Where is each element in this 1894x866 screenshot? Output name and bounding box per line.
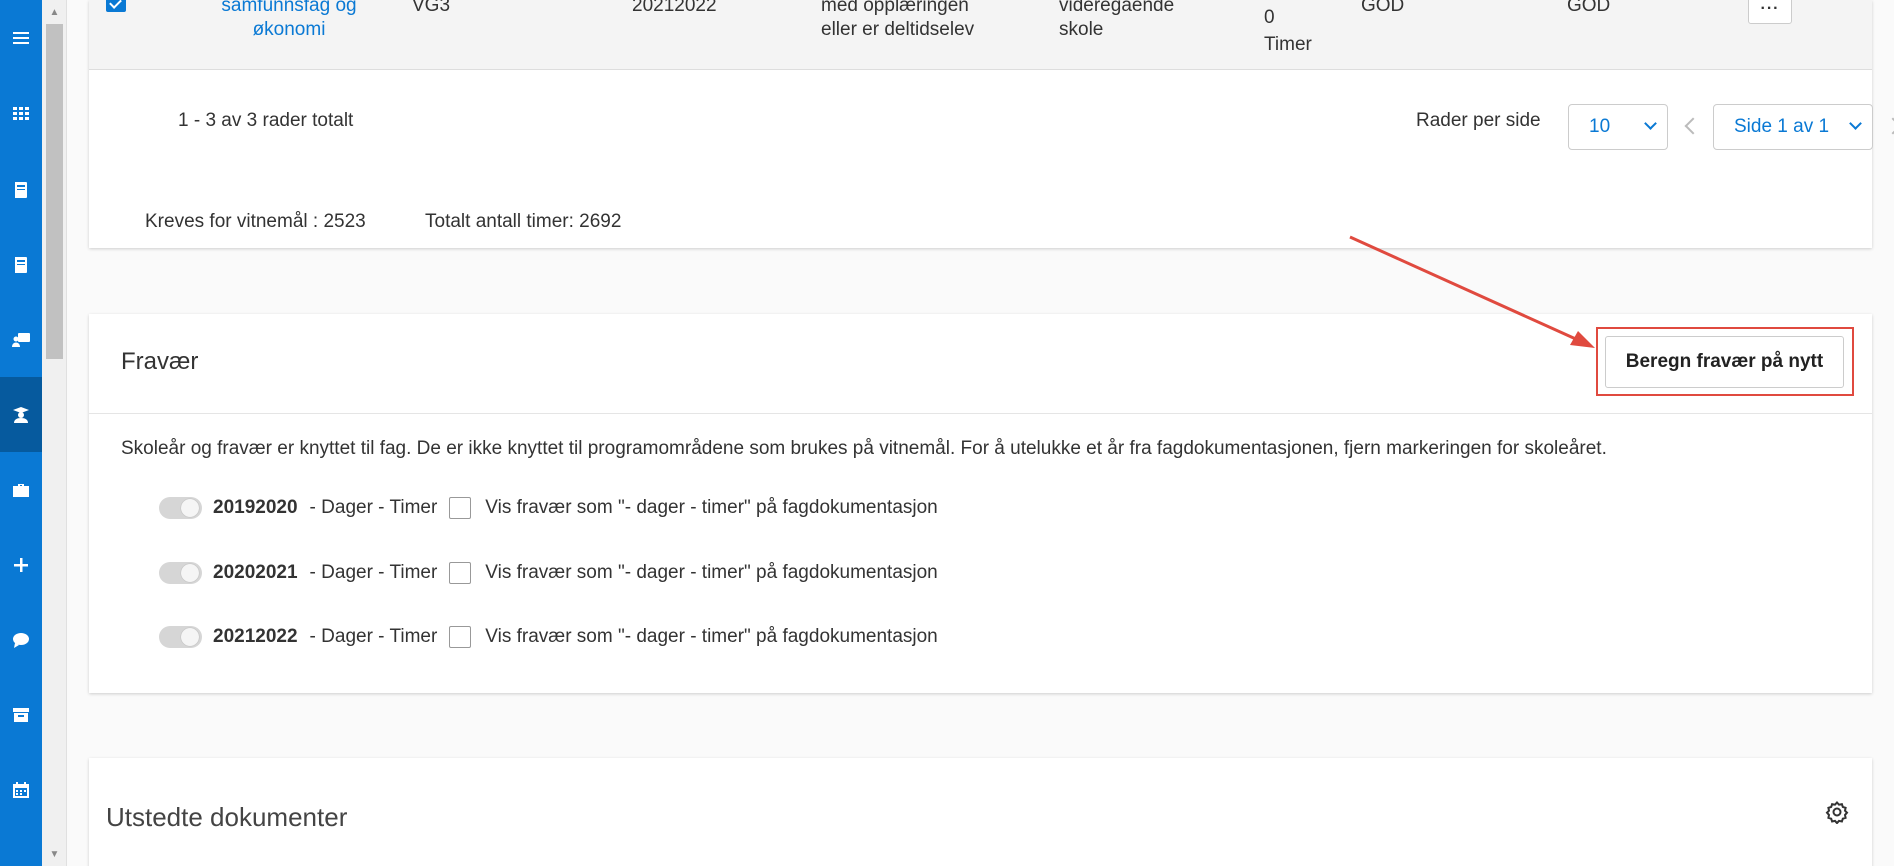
teacher-board-icon[interactable] <box>0 302 42 377</box>
table-row: samfunnsfag og økonomi VG3 20212022 med … <box>89 0 1872 70</box>
year-row: 20202021 - Dager - Timer Vis fravær som … <box>159 558 938 588</box>
year-toggle[interactable] <box>159 497 202 519</box>
scroll-down-arrow-icon[interactable]: ▼ <box>42 844 67 864</box>
show-absence-label: Vis fravær som "- dager - timer" på fagd… <box>485 626 938 647</box>
show-absence-checkbox[interactable] <box>449 497 472 519</box>
rows-per-page-value: 10 <box>1589 116 1611 137</box>
year-toggle[interactable] <box>159 626 202 648</box>
absence-title: Fravær <box>121 348 199 375</box>
days-hours-label: - Dager - Timer <box>309 562 438 583</box>
briefcase-icon[interactable] <box>0 452 42 527</box>
absence-info-text: Skoleår og fravær er knyttet til fag. De… <box>121 438 1607 459</box>
absence-header: Fravær Beregn fravær på nytt <box>89 314 1872 414</box>
grade-cell-1: GOD <box>1361 0 1405 16</box>
book-icon[interactable] <box>0 227 42 302</box>
scroll-thumb[interactable] <box>46 24 63 359</box>
level-cell: VG3 <box>412 0 451 16</box>
chat-icon[interactable] <box>0 602 42 677</box>
year-label: 20192020 <box>213 497 298 518</box>
gear-icon[interactable] <box>1825 800 1849 824</box>
show-absence-label: Vis fravær som "- dager - timer" på fagd… <box>485 562 938 583</box>
show-absence-checkbox[interactable] <box>449 562 472 584</box>
book-icon[interactable] <box>0 152 42 227</box>
menu-icon[interactable] <box>0 0 42 75</box>
show-absence-label: Vis fravær som "- dager - timer" på fagd… <box>485 497 938 518</box>
plus-icon[interactable] <box>0 527 42 602</box>
absence-card: Fravær Beregn fravær på nytt Skoleår og … <box>89 314 1872 693</box>
rows-per-page-select[interactable]: 10 <box>1568 104 1668 150</box>
hours-value: 0 <box>1264 7 1275 28</box>
vertical-scrollbar[interactable]: ▲ ▼ <box>42 0 67 866</box>
issued-documents-card: Utstedte dokumenter <box>89 758 1872 866</box>
required-hours: Kreves for vitnemål : 2523 <box>145 211 366 232</box>
reason-cell: med opplæringen eller er deltidselev <box>821 0 975 40</box>
year-row: 20212022 - Dager - Timer Vis fravær som … <box>159 622 938 652</box>
year-label: 20202021 <box>213 562 298 583</box>
next-page-icon[interactable] <box>1884 117 1894 135</box>
subjects-table-card: samfunnsfag og økonomi VG3 20212022 med … <box>89 0 1894 248</box>
year-toggle[interactable] <box>159 562 202 584</box>
rows-per-page-label: Rader per side <box>1416 110 1541 131</box>
student-icon[interactable] <box>0 377 42 452</box>
recalculate-absence-button[interactable]: Beregn fravær på nytt <box>1605 336 1844 388</box>
rows-summary: 1 - 3 av 3 rader totalt <box>178 110 354 131</box>
archive-icon[interactable] <box>0 677 42 752</box>
calendar-icon[interactable] <box>0 752 42 827</box>
hours-label: Timer <box>1264 34 1312 55</box>
days-hours-label: - Dager - Timer <box>309 626 438 647</box>
show-absence-checkbox[interactable] <box>449 626 472 648</box>
page-select[interactable]: Side 1 av 1 <box>1713 104 1873 150</box>
year-row: 20192020 - Dager - Timer Vis fravær som … <box>159 493 938 523</box>
scroll-up-arrow-icon[interactable]: ▲ <box>42 2 67 22</box>
issued-documents-title: Utstedte dokumenter <box>106 802 348 832</box>
apps-grid-icon[interactable] <box>0 75 42 150</box>
row-more-button[interactable]: ··· <box>1748 0 1792 24</box>
total-hours: Totalt antall timer: 2692 <box>425 211 622 232</box>
main-content: samfunnsfag og økonomi VG3 20212022 med … <box>67 0 1894 866</box>
year-cell: 20212022 <box>632 0 717 16</box>
grade-cell-2: GOD <box>1567 0 1611 16</box>
previous-page-icon[interactable] <box>1684 117 1702 135</box>
subject-link[interactable]: samfunnsfag og økonomi <box>189 0 389 42</box>
page-value: Side 1 av 1 <box>1734 116 1830 137</box>
row-checkbox[interactable] <box>106 0 126 12</box>
days-hours-label: - Dager - Timer <box>309 497 438 518</box>
year-label: 20212022 <box>213 626 298 647</box>
chevron-down-icon <box>1644 117 1657 130</box>
school-cell: videregående skole <box>1059 0 1175 40</box>
side-navigation <box>0 0 42 866</box>
chevron-down-icon <box>1849 117 1862 130</box>
